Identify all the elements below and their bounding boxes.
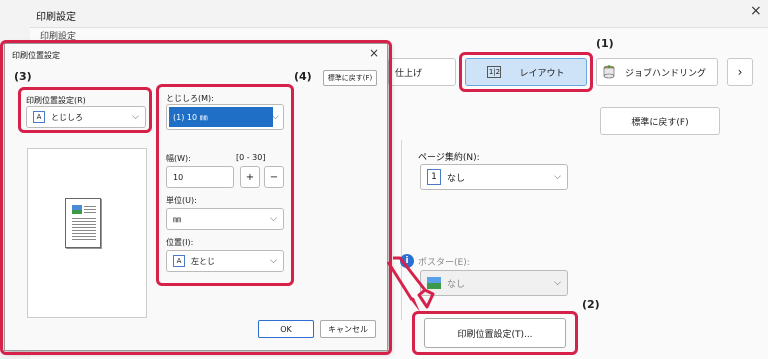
panel-divider [401, 140, 402, 320]
tab-finish-label: 仕上げ [395, 68, 423, 79]
page-number-icon: 1 [427, 169, 441, 185]
poster-label: ポスター(E): [418, 257, 470, 268]
callout-3: (3) [14, 70, 32, 83]
info-icon: i [400, 254, 414, 268]
poster-select: なし ⌵ [420, 270, 568, 296]
callout-box-3 [18, 87, 152, 133]
tab-job-handling[interactable]: ジョブハンドリング [596, 58, 718, 86]
page-summary-value: なし [447, 173, 466, 184]
callout-box-2 [412, 311, 578, 355]
image-icon [427, 277, 441, 289]
page-summary-label: ページ集約(N): [418, 153, 480, 163]
poster-value: なし [447, 279, 466, 290]
callout-box-4 [156, 84, 294, 286]
tab-job-label: ジョブハンドリング [625, 68, 707, 79]
window-close-icon[interactable]: × [750, 3, 762, 19]
callout-2: (2) [582, 298, 600, 311]
callout-box-1 [459, 52, 593, 92]
page-summary-select[interactable]: 1 なし ⌵ [420, 164, 568, 190]
window-title: 印刷設定 [36, 12, 76, 23]
tab-finish[interactable]: 仕上げ [388, 58, 456, 86]
chevron-down-icon: ⌵ [554, 278, 561, 288]
poster-row: i ポスター(E): [400, 254, 470, 268]
database-icon [603, 65, 615, 79]
chevron-down-icon: ⌵ [554, 172, 561, 182]
restore-defaults-button[interactable]: 標準に戻す(F) [600, 107, 720, 135]
callout-1: (1) [596, 37, 614, 50]
tab-next-button[interactable]: › [727, 58, 753, 86]
callout-4: (4) [294, 70, 312, 83]
